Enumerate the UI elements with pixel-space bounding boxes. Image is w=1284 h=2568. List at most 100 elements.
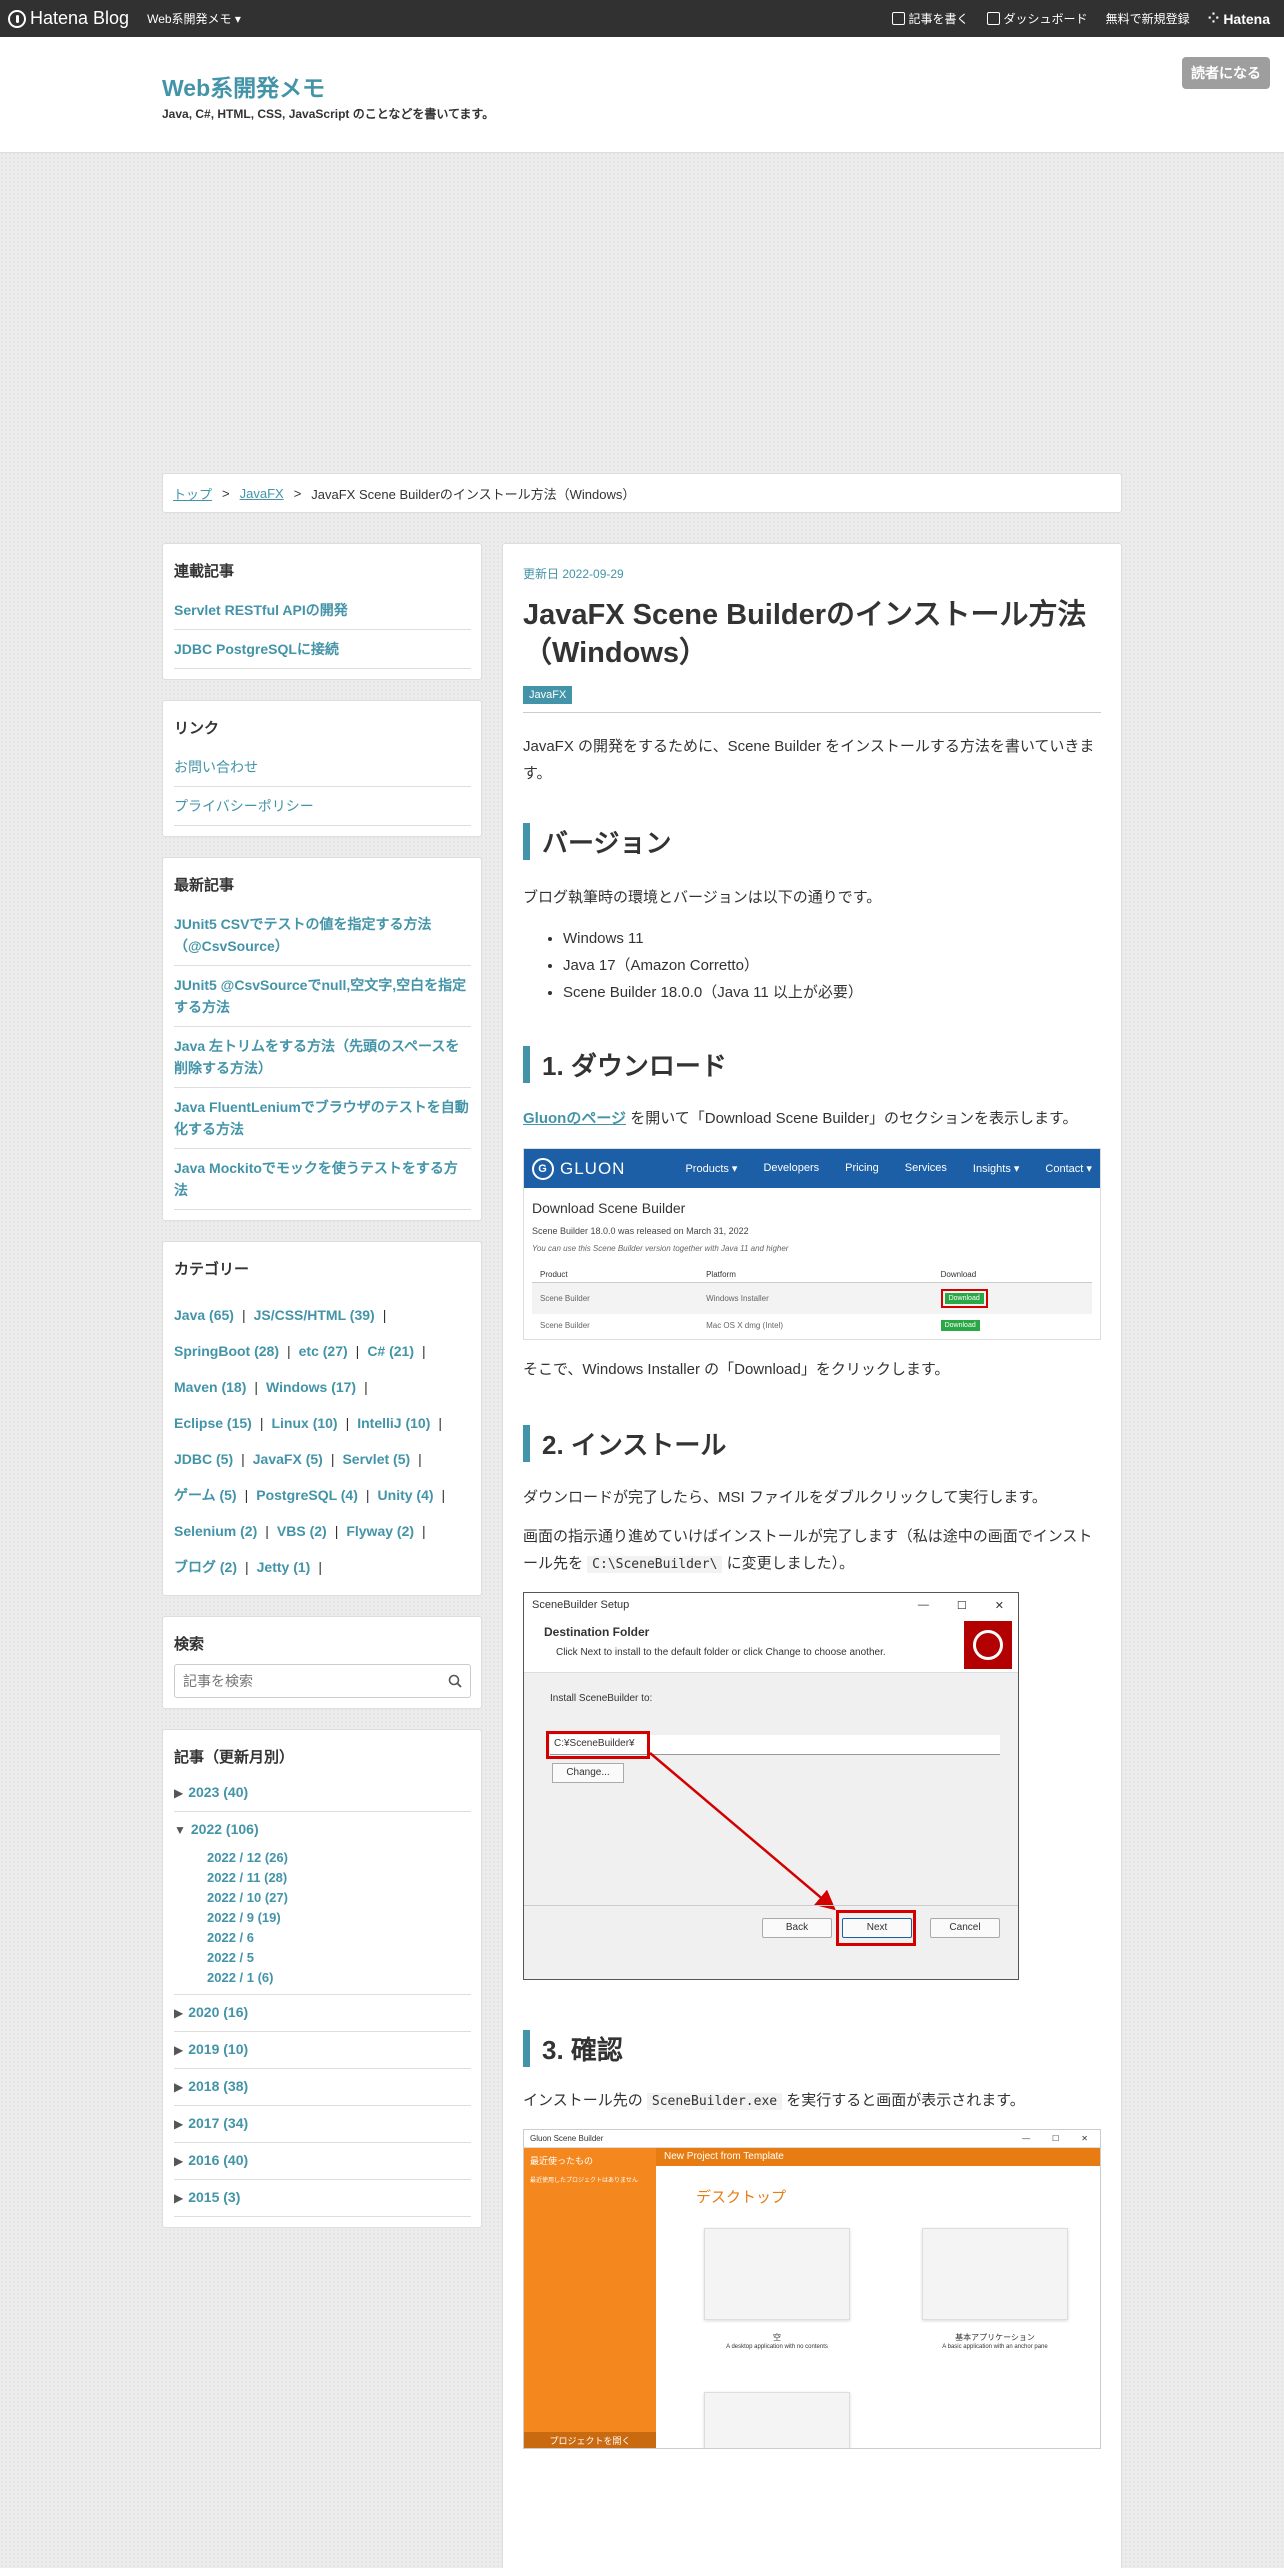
series-link[interactable]: JDBC PostgreSQLに接続 [174,638,471,669]
archive-month-link[interactable]: 2022 / 9 (19) [207,1908,471,1928]
privacy-link[interactable]: プライバシーポリシー [174,795,471,826]
dashboard-link[interactable]: ダッシュボード [986,10,1088,27]
category-link[interactable]: Maven (18) [174,1379,246,1395]
contact-link[interactable]: お問い合わせ [174,756,471,787]
heading-text: 2. インストール [542,1430,727,1460]
brand-label: Hatena Blog [30,8,130,28]
gluon-td: Scene Builder [532,1282,699,1314]
category-link[interactable]: SpringBoot (28) [174,1343,279,1359]
sb-window-title: Gluon Scene Builder [530,2134,604,2143]
maximize-icon: ☐ [1052,2134,1060,2143]
archive-month-link[interactable]: 2022 / 6 [207,1928,471,1948]
series-link[interactable]: Servlet RESTful APIの開発 [174,599,471,630]
sb-titlebar: Gluon Scene Builder — ☐ ✕ [524,2130,1100,2148]
category-link[interactable]: IntelliJ (10) [357,1415,430,1431]
category-link[interactable]: Selenium (2) [174,1523,257,1539]
category-separator: | [259,1415,264,1431]
subscribe-button[interactable]: 読者になる [1182,57,1270,89]
archive-year[interactable]: ▼ 2022 (106) [174,1812,471,1848]
hatena-menu[interactable]: ⁘ Hatena [1208,10,1270,27]
archive-year[interactable]: ▶ 2019 (10) [174,2032,471,2069]
archive-year-label: 2016 (40) [188,2152,249,2168]
blog-title[interactable]: Web系開発メモ [162,69,325,103]
breadcrumb-top[interactable]: トップ [173,484,212,503]
category-link[interactable]: Servlet (5) [342,1451,410,1467]
category-link[interactable]: JDBC (5) [174,1451,233,1467]
category-link[interactable]: JS/CSS/HTML (39) [254,1307,375,1323]
category-link[interactable]: C# (21) [367,1343,414,1359]
search-box [174,1664,471,1698]
category-row: Maven (18) | Windows (17) | [174,1369,471,1405]
category-tag[interactable]: JavaFX [523,686,573,704]
archive-module: 記事（更新月別） ▶ 2023 (40) ▼ 2022 (106) 2022 / 12 … [162,1729,482,2228]
archive-month-link[interactable]: 2022 / 1 (6) [207,1968,471,1988]
recent-post-link[interactable]: Java FluentLeniumでブラウザのテストを自動化する方法 [174,1096,471,1149]
heading-text: 3. 確認 [542,2035,623,2065]
gluon-logo-icon: G [532,1157,554,1180]
installer-logo-icon [964,1621,1012,1669]
write-article-link[interactable]: 記事を書く [891,10,969,27]
category-link[interactable]: VBS (2) [277,1523,327,1539]
archive-year[interactable]: ▶ 2015 (3) [174,2180,471,2217]
archive-year[interactable]: ▶ 2023 (40) [174,1775,471,1812]
write-label: 記事を書く [908,12,969,26]
archive-month-link[interactable]: 2022 / 11 (28) [207,1868,471,1888]
category-link[interactable]: Jetty (1) [257,1559,311,1575]
installer-back-button: Back [762,1918,832,1938]
archive-year[interactable]: ▶ 2017 (34) [174,2106,471,2143]
category-link[interactable]: etc (27) [299,1343,348,1359]
gluon-nav-item: Contact ▾ [1045,1163,1092,1175]
installer-head-sub: Click Next to install to the default fol… [556,1647,886,1658]
gluon-th: Product [532,1267,699,1283]
archive-year[interactable]: ▶ 2018 (38) [174,2069,471,2106]
category-link[interactable]: Eclipse (15) [174,1415,252,1431]
archive-month-link[interactable]: 2022 / 10 (27) [207,1888,471,1908]
confirm-text-a: インストール先の [523,2092,647,2109]
category-link[interactable]: Linux (10) [271,1415,337,1431]
sb-template-basic [922,2228,1068,2320]
gluon-page-link[interactable]: Gluonのページ [523,1110,626,1127]
category-link[interactable]: ブログ (2) [174,1559,237,1575]
category-separator: | [287,1343,291,1359]
gluon-release: Scene Builder 18.0.0 was released on Mar… [532,1226,749,1236]
category-link[interactable]: Windows (17) [266,1379,356,1395]
breadcrumb-category[interactable]: JavaFX [240,486,284,501]
category-link[interactable]: Flyway (2) [346,1523,414,1539]
archive-month-link[interactable]: 2022 / 12 (26) [207,1848,471,1868]
breadcrumb: トップ > JavaFX > JavaFX Scene Builderのインスト… [162,473,1122,513]
version-text: ブログ執筆時の環境とバージョンは以下の通りです。 [523,889,882,906]
article: 更新日 2022-09-29 JavaFX Scene Builderのインスト… [502,543,1122,2568]
signup-link[interactable]: 無料で新規登録 [1106,10,1190,27]
hatena-blog-logo[interactable]: Hatena Blog [8,8,129,29]
category-link[interactable]: JavaFX (5) [253,1451,323,1467]
search-input[interactable] [175,1665,470,1697]
recent-post-link[interactable]: JUnit5 @CsvSourceでnull,空文字,空白を指定する方法 [174,974,471,1027]
archive-month-link[interactable]: 2022 / 5 [207,1948,471,1968]
installer-footer: Back Next Cancel [524,1905,1018,1953]
hatena-label: Hatena [1223,10,1270,27]
triangle-right-icon: ▶ [174,2006,184,2020]
category-link[interactable]: ゲーム (5) [174,1487,237,1503]
module-title: 記事（更新月別） [174,1749,295,1766]
recent-post-link[interactable]: Java Mockitoでモックを使うテストをする方法 [174,1157,471,1210]
archive-year-label: 2015 (3) [188,2189,241,2205]
archive-year[interactable]: ▶ 2020 (16) [174,1995,471,2032]
recent-post-link[interactable]: Java 左トリムをする方法（先頭のスペースを削除する方法） [174,1035,471,1088]
archive-year[interactable]: ▶ 2016 (40) [174,2143,471,2180]
category-link[interactable]: PostgreSQL (4) [256,1487,358,1503]
category-link[interactable]: Unity (4) [378,1487,434,1503]
dashboard-label: ダッシュボード [1003,12,1088,26]
category-separator: | [422,1343,426,1359]
installer-cancel-button: Cancel [930,1918,1000,1938]
category-row: Eclipse (15) | Linux (10) | IntelliJ (10) | [174,1405,471,1441]
version-list: Windows 11 Java 17（Amazon Corretto） Scen… [563,925,1101,1006]
download-text: Gluonのページ を開いて「Download Scene Builder」のセ… [523,1105,1101,1132]
triangle-right-icon: ▶ [174,2117,184,2131]
heading-bar [523,1425,530,1462]
triangle-right-icon: ▶ [174,2043,184,2057]
blog-selector[interactable]: Web系開発メモ ▾ [147,10,241,27]
category-link[interactable]: Java (65) [174,1307,234,1323]
search-icon[interactable] [448,1674,462,1688]
triangle-down-icon: ▼ [174,1823,186,1837]
recent-post-link[interactable]: JUnit5 CSVでテストの値を指定する方法（@CsvSource） [174,913,471,966]
